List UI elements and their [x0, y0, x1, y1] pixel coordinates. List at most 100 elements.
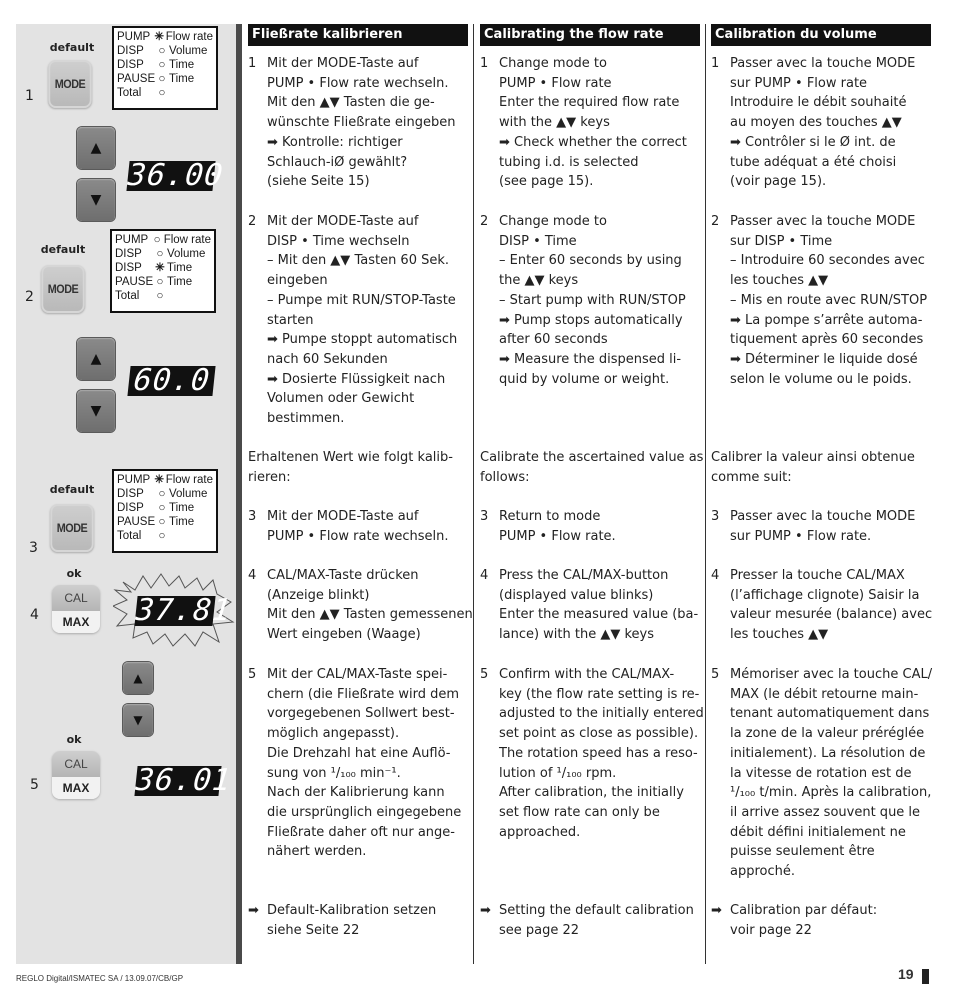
mode-button[interactable]: MODE	[50, 504, 94, 552]
text-line: chern (die Fließrate wird dem	[267, 686, 460, 702]
indicator-off-icon: ○	[156, 290, 164, 302]
text-line: CAL/MAX-Taste drücken	[267, 568, 419, 583]
button-caption: default	[40, 243, 86, 256]
text-line: – Introduire 60 secondes avec	[730, 253, 925, 269]
mode-label: Flow rate	[165, 474, 213, 486]
step-number: 3	[29, 540, 38, 556]
text-line: (displayed value blinks)	[499, 587, 654, 603]
step-1: 1 Mit der MODE-Taste auf PUMP • Flow rate …	[248, 54, 473, 192]
cal-max-button[interactable]: CAL MAX	[52, 585, 100, 633]
indicator-off-icon: ○	[158, 502, 166, 514]
mode-label: Time	[167, 262, 193, 274]
mode-label: Time	[169, 502, 195, 514]
cal-max-button[interactable]: CAL MAX	[52, 751, 100, 799]
mode-name: Total	[117, 87, 142, 99]
text-line: adjusted to the initially entered	[499, 706, 704, 722]
mode-indicator-panel: PUMP ✳ Flow rate DISP ○ Volume DISP ○ Time PAUSE ○…	[112, 26, 218, 110]
mode-label: Flow rate	[165, 31, 213, 43]
reference-note: ➡ Default-Kalibration setzen siehe Seite 2…	[248, 901, 473, 940]
arrow-icon: ➡	[711, 903, 722, 918]
text-line: Mit den ▲▼ Tasten gemessenen	[267, 607, 473, 623]
text-line: Calibration par défaut:	[730, 903, 878, 918]
mode-button[interactable]: MODE	[41, 265, 85, 313]
text-line: wünschte Fließrate eingeben	[267, 115, 456, 131]
step-number: 5	[248, 667, 257, 682]
mode-row: PAUSE ○ Time	[115, 275, 211, 289]
down-arrow-button[interactable]: ▼	[77, 179, 115, 221]
step-5: 5 Mit der CAL/MAX-Taste spei-chern (die F…	[248, 665, 473, 862]
up-arrow-button[interactable]: ▲	[123, 662, 153, 694]
step-4: 4 Press the CAL/MAX-button (displayed valu…	[480, 566, 705, 645]
down-arrow-button[interactable]: ▼	[123, 704, 153, 736]
text-line: au moyen des touches ▲▼	[730, 115, 902, 131]
text-line: (Anzeige blinkt)	[267, 587, 370, 603]
text-line: débit défini initialement ne	[730, 824, 906, 840]
text-line: – Start pump with RUN/STOP	[499, 292, 686, 308]
led-display: 37.81	[134, 593, 234, 628]
text-line: Presser la touche CAL/MAX	[730, 568, 905, 583]
text-line: – Pumpe mit RUN/STOP-Taste	[267, 292, 456, 308]
text-line: sur PUMP • Flow rate	[730, 75, 868, 91]
page-marker	[922, 969, 929, 984]
text-line: ➡ Pump stops automatically	[499, 312, 683, 328]
text-line: Calibrer la valeur ainsi obtenue	[711, 450, 915, 465]
text-line: (voir page 15).	[730, 174, 827, 190]
mode-row: DISP ○ Volume	[115, 247, 211, 261]
mode-button[interactable]: MODE	[48, 60, 92, 108]
text-line: (siehe Seite 15)	[267, 174, 370, 190]
text-line: die ursprünglich eingegebene	[267, 804, 462, 820]
text-line: Erhaltenen Wert wie folgt kalib-	[248, 450, 453, 465]
text-line: – Mit den ▲▼ Tasten 60 Sek.	[267, 253, 450, 269]
step-number: 4	[248, 568, 257, 583]
mode-name: PUMP	[115, 234, 149, 246]
text-line: vorgegebenen Sollwert best-	[267, 706, 455, 722]
step-3: 3 Mit der MODE-Taste auf PUMP • Flow rate …	[248, 507, 473, 546]
text-line: Calibrate the ascertained value as	[480, 450, 704, 465]
mode-name: PUMP	[117, 31, 151, 43]
step-4: 4 Presser la touche CAL/MAX (l’affichage c…	[711, 566, 936, 645]
step-1: 1 Passer avec la touche MODE sur PUMP • Fl…	[711, 54, 936, 192]
text-line: sur PUMP • Flow rate.	[730, 528, 872, 544]
text-line: Return to mode	[499, 509, 601, 524]
step-2: 2 Mit der MODE-Taste auf DISP • Time wechs…	[248, 212, 473, 429]
up-arrow-button[interactable]: ▲	[77, 338, 115, 380]
reference-note: ➡ Calibration par défaut: voir page 22	[711, 901, 936, 940]
text-line: key (the flow rate setting is re-	[499, 686, 700, 702]
text-line: Change mode to	[499, 214, 607, 229]
up-arrow-button[interactable]: ▲	[77, 127, 115, 169]
text-line: tubing i.d. is selected	[499, 154, 639, 170]
step-number: 4	[711, 568, 720, 583]
step-2: 2 Passer avec la touche MODE sur DISP • Ti…	[711, 212, 936, 389]
text-line: möglich angepasst).	[267, 726, 400, 742]
intro-paragraph: Calibrer la valeur ainsi obtenue comme su…	[711, 448, 936, 487]
led-display: 60.0	[127, 363, 216, 398]
text-line: – Enter 60 seconds by using	[499, 253, 682, 269]
step-4: 4 CAL/MAX-Taste drücken (Anzeige blinkt) Mi…	[248, 566, 473, 645]
text-line: Introduire le débit souhaité	[730, 95, 907, 111]
text-line: approached.	[499, 824, 581, 840]
text-line: Enter the measured value (ba-	[499, 607, 699, 623]
step-number: 1	[711, 56, 720, 71]
intro-paragraph: Calibrate the ascertained value as follow…	[480, 448, 705, 487]
mode-label: Time	[169, 59, 195, 71]
down-arrow-button[interactable]: ▼	[77, 390, 115, 432]
text-line: DISP • Time wechseln	[267, 233, 410, 249]
step-number: 3	[480, 509, 489, 524]
text-line: comme suit:	[711, 469, 792, 485]
text-line: ➡ Dosierte Flüssigkeit nach	[267, 371, 446, 387]
button-caption: default	[49, 483, 95, 496]
step-3: 3 Passer avec la touche MODE sur PUMP • Fl…	[711, 507, 936, 546]
indicator-off-icon: ○	[158, 488, 166, 500]
section-heading: Calibration du volume	[711, 24, 931, 46]
text-line: set flow rate can only be	[499, 804, 660, 820]
text-line: Mit der MODE-Taste auf	[267, 56, 419, 71]
column-de: Fließrate kalibrieren 1 Mit der MODE-Taste…	[248, 24, 473, 938]
mode-label: Flow rate	[163, 234, 211, 246]
column-divider	[473, 24, 474, 964]
mode-name: Total	[115, 290, 140, 302]
step-1: 1 Change mode to PUMP • Flow rate Enter the…	[480, 54, 705, 192]
text-line: voir page 22	[730, 922, 812, 938]
text-line: (l’affichage clignote) Saisir la	[730, 587, 920, 603]
max-label: MAX	[52, 611, 100, 633]
text-line: Fließrate daher oft nur ange-	[267, 824, 455, 840]
